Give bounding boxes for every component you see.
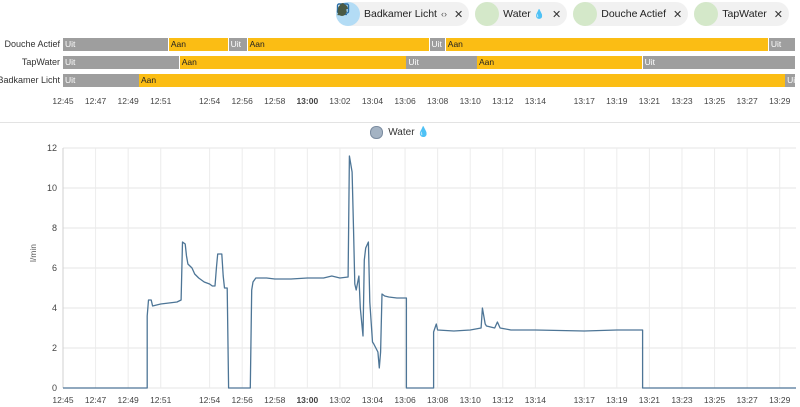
- x-tick-label: 12:49: [118, 395, 140, 405]
- x-tick-label: 13:10: [460, 395, 482, 405]
- x-tick-label: 12:51: [150, 395, 172, 405]
- y-axis-title: l/min: [28, 244, 38, 262]
- y-tick-label: 4: [52, 303, 57, 313]
- x-tick-label: 12:58: [264, 395, 286, 405]
- x-tick-label: 13:04: [362, 395, 384, 405]
- y-tick-label: 12: [47, 143, 57, 153]
- x-tick-label: 13:17: [574, 395, 596, 405]
- y-tick-label: 0: [52, 383, 57, 393]
- x-tick-label: 13:19: [606, 395, 628, 405]
- x-tick-label: 12:47: [85, 395, 107, 405]
- x-tick-label: 12:56: [232, 395, 254, 405]
- x-tick-label: 13:08: [427, 395, 449, 405]
- water-flow-chart[interactable]: 0 2 4 6 8 10 12 12:45 12:47 12:49 12:51 12:54 12:56 1…: [0, 0, 800, 407]
- x-tick-label: 13:29: [769, 395, 791, 405]
- water-flow-series-line[interactable]: [63, 155, 796, 389]
- x-tick-label: 13:06: [394, 395, 416, 405]
- y-tick-label: 2: [52, 343, 57, 353]
- x-tick-label: 13:27: [736, 395, 758, 405]
- x-tick-label: 13:12: [492, 395, 514, 405]
- y-tick-label: 6: [52, 263, 57, 273]
- x-tick-label: 13:14: [525, 395, 547, 405]
- chart-grid: [62, 147, 796, 389]
- x-tick-label: 12:54: [199, 395, 221, 405]
- x-tick-label: 13:21: [639, 395, 661, 405]
- y-tick-label: 8: [52, 223, 57, 233]
- x-tick-label: 13:00: [296, 395, 318, 405]
- x-tick-label: 13:23: [671, 395, 693, 405]
- x-tick-label: 13:02: [329, 395, 351, 405]
- y-tick-label: 10: [47, 183, 57, 193]
- x-tick-label: 13:25: [704, 395, 726, 405]
- x-tick-label: 12:45: [52, 395, 74, 405]
